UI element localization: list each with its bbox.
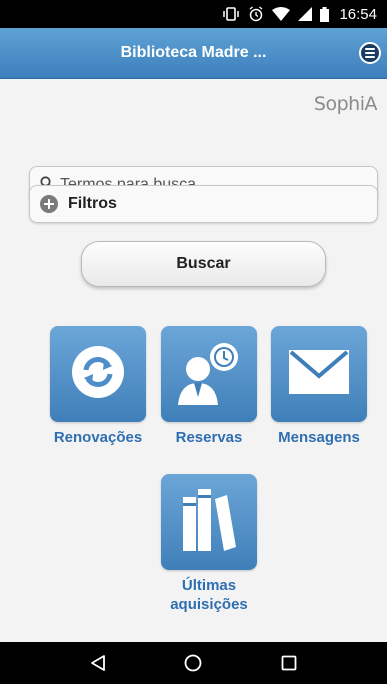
person-clock-icon [174,339,244,410]
tile-ultimas-label-line2: aquisições [170,596,248,613]
nav-bar [0,642,387,684]
recents-icon[interactable] [269,643,309,683]
tile-ultimas-label-line1: Últimas [181,577,237,594]
tile-ultimas-box[interactable] [161,474,257,570]
battery-icon [320,6,330,22]
filters-toggle[interactable]: Filtros [29,185,378,223]
books-icon [181,488,237,556]
filters-label: Filtros [68,195,117,212]
refresh-icon [70,344,126,405]
tile-renovacoes-label: Renovações [53,429,143,446]
back-icon[interactable] [78,643,118,683]
sophia-logo: SophiA [313,93,378,115]
home-icon[interactable] [173,643,213,683]
tile-reservas-label: Reservas [175,429,243,446]
search-button[interactable]: Buscar [81,241,326,287]
alarm-icon [248,6,264,22]
tile-reservas-box[interactable] [161,326,257,422]
tile-ultimas-label: Últimas aquisições [161,576,257,614]
tile-mensagens[interactable]: Mensagens [271,326,367,447]
signal-icon [298,7,313,21]
plus-circle-icon [40,195,58,213]
vibrate-icon [222,7,240,21]
envelope-icon [289,349,349,399]
app-title: Biblioteca Madre ... [120,44,267,61]
tile-mensagens-box[interactable] [271,326,367,422]
tile-mensagens-label: Mensagens [278,429,360,446]
tile-reservas[interactable]: Reservas [161,326,257,447]
menu-icon[interactable] [359,42,381,64]
wifi-icon [272,7,291,21]
status-bar: 16:54 [0,0,387,28]
status-time: 16:54 [339,5,377,23]
tile-renovacoes-box[interactable] [50,326,146,422]
tile-ultimas-aquisicoes[interactable]: Últimas aquisições [161,474,257,614]
tile-renovacoes[interactable]: Renovações [50,326,146,447]
main-content: SophiA Filtros Buscar Renovações [0,79,387,642]
app-bar: Biblioteca Madre ... [0,28,387,79]
